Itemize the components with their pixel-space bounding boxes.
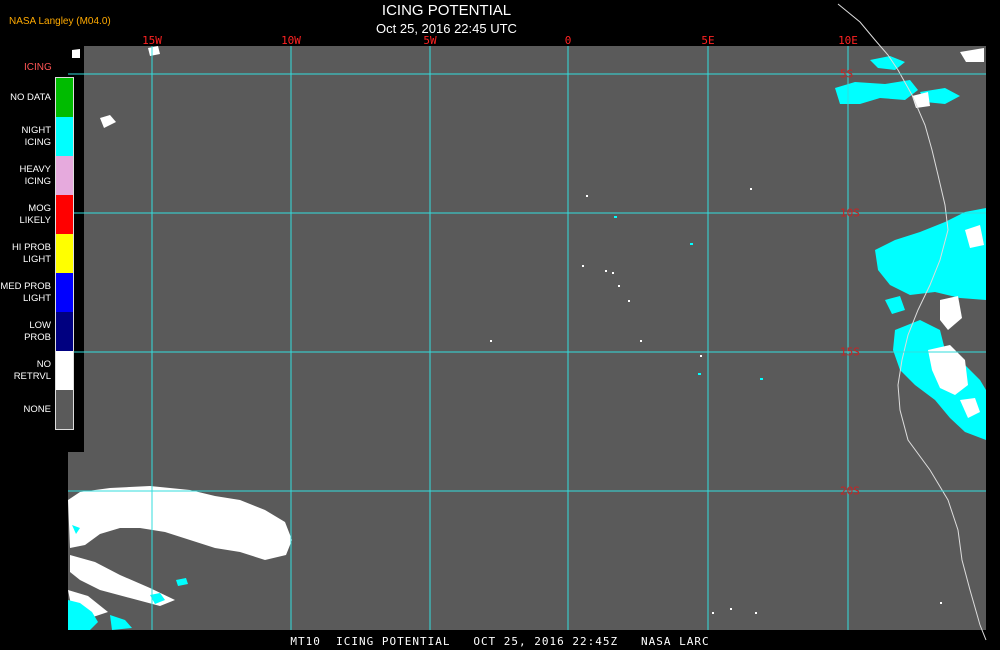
legend-item-swatch <box>56 234 74 273</box>
latitude-label: 10S <box>840 206 860 220</box>
legend-item-label: HEAVY ICING <box>19 163 51 187</box>
legend-item: HEAVY ICING <box>0 156 76 195</box>
legend-item-swatch <box>56 156 74 195</box>
longitude-label: 5E <box>701 34 715 47</box>
latitude-label: 15S <box>840 345 860 359</box>
legend-item-label: NO RETRVL <box>13 358 51 382</box>
latitude-label: 5S <box>840 67 854 81</box>
longitude-label: 0 <box>564 34 572 47</box>
legend-item-swatch <box>56 390 74 429</box>
legend-item: LOW PROB <box>0 312 76 351</box>
legend-item-label: MOG LIKELY <box>19 202 51 226</box>
footer-caption: MT10 ICING POTENTIAL OCT 25, 2016 22:45Z… <box>290 635 710 648</box>
legend-item: NONE <box>0 390 76 429</box>
legend-title: ICING <box>24 62 52 73</box>
legend-item-label: HI PROB LIGHT <box>11 241 51 265</box>
legend-item-label: NIGHT ICING <box>21 124 51 148</box>
legend-item-swatch <box>56 78 74 117</box>
icing-map <box>0 3 987 641</box>
legend-item: HI PROB LIGHT <box>0 234 76 273</box>
legend-item: NO DATA <box>0 78 76 117</box>
latitude-label: 20S <box>840 484 860 498</box>
legend-item-swatch <box>56 117 74 156</box>
legend-item: MOG LIKELY <box>0 195 76 234</box>
legend-item-label: LOW PROB <box>24 319 51 343</box>
legend-item: NO RETRVL <box>0 351 76 390</box>
legend-item-swatch <box>56 195 74 234</box>
legend-item-label: MED PROB LIGHT <box>0 280 51 304</box>
legend-item: MED PROB LIGHT <box>0 273 76 312</box>
legend-item: NIGHT ICING <box>0 117 76 156</box>
longitude-label: 10W <box>281 34 301 47</box>
longitude-label: 10E <box>838 34 858 47</box>
legend-item-label: NONE <box>23 403 51 415</box>
legend-item-label: NO DATA <box>10 91 51 103</box>
longitude-label: 15W <box>142 34 162 47</box>
legend-item-swatch <box>56 273 74 312</box>
legend-item-swatch <box>56 312 74 351</box>
longitude-label: 5W <box>423 34 437 47</box>
legend-item-swatch <box>56 351 74 390</box>
